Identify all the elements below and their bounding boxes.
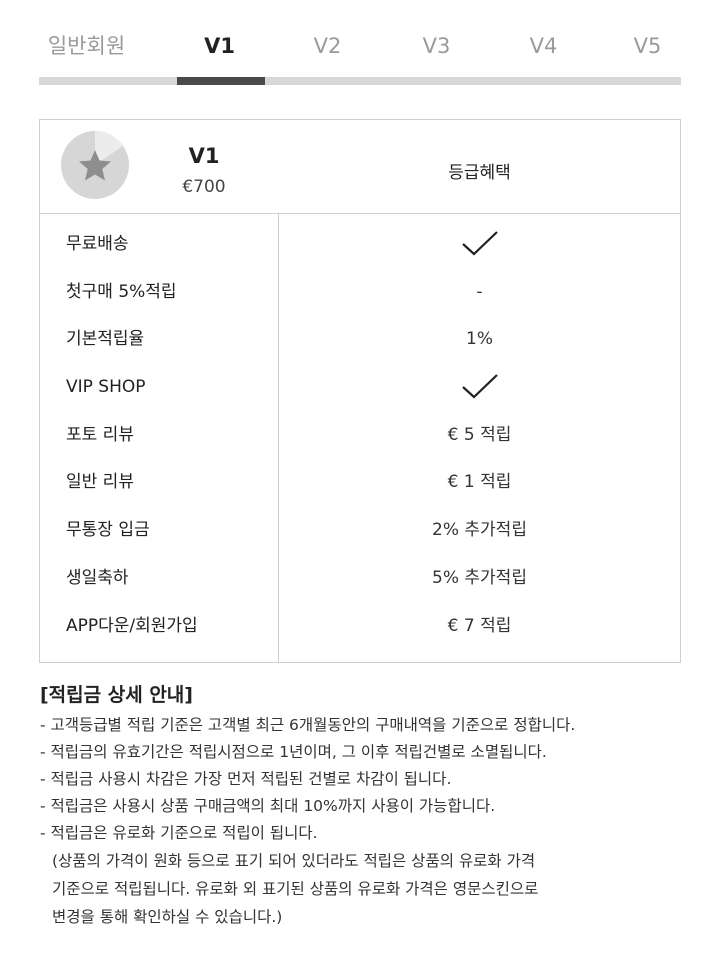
benefit-rows: 무료배송 첫구매 5%적립 - 기본적립율 1% VIP SHOP 포토 리뷰 …: [40, 224, 680, 653]
benefit-value: -: [476, 281, 483, 302]
benefits-header-title: 등급혜택: [448, 163, 511, 183]
benefit-label: 무료배송: [66, 234, 129, 254]
info-note: (상품의 가격이 원화 등으로 표기 되어 있더라도 적립은 상품의 유로화 가…: [52, 852, 536, 870]
benefit-value: [279, 367, 680, 407]
benefit-row-vip-shop: VIP SHOP: [40, 367, 680, 415]
tab-v4[interactable]: V4: [490, 31, 597, 61]
benefit-label: 포토 리뷰: [66, 424, 134, 445]
benefit-row-general-review: 일반 리뷰 € 1 적립: [40, 462, 680, 510]
benefit-label: 생일축하: [66, 567, 129, 588]
info-line: - 적립금의 유효기간은 적립시점으로 1년이며, 그 이후 적립건별로 소멸됩…: [40, 743, 547, 761]
tab-track: [39, 77, 681, 85]
benefit-value: 5% 추가적립: [432, 567, 527, 588]
tab-v1[interactable]: V1: [166, 31, 273, 61]
info-note: 변경을 통해 확인하실 수 있습니다.): [52, 908, 283, 926]
grade-threshold: €700: [182, 177, 226, 197]
tab-v2[interactable]: V2: [274, 31, 381, 61]
info-line: - 고객등급별 적립 기준은 고객별 최근 6개월동안의 구매내역을 기준으로 …: [40, 716, 576, 734]
benefit-value: € 1 적립: [447, 472, 512, 493]
benefit-value: 2% 추가적립: [432, 520, 527, 541]
tab-v5[interactable]: V5: [594, 31, 701, 61]
benefit-label: VIP SHOP: [66, 377, 146, 398]
points-info-section: [적립금 상세 안내] - 고객등급별 적립 기준은 고객별 최근 6개월동안의…: [40, 680, 680, 931]
benefit-row-first-purchase: 첫구매 5%적립 -: [40, 272, 680, 320]
benefit-label: 일반 리뷰: [66, 472, 134, 493]
info-title: [적립금 상세 안내]: [40, 684, 193, 706]
grade-tabs: 일반회원 V1 V2 V3 V4 V5: [39, 0, 681, 86]
benefit-row-app-signup: APP다운/회원가입 € 7 적립: [40, 606, 680, 654]
benefit-label: 기본적립율: [66, 329, 145, 350]
tab-active-indicator: [177, 77, 265, 85]
benefit-value: € 5 적립: [447, 424, 512, 445]
benefit-value: 1%: [466, 329, 493, 350]
info-line: - 적립금은 사용시 상품 구매금액의 최대 10%까지 사용이 가능합니다.: [40, 797, 496, 815]
info-line: - 적립금은 유로화 기준으로 적립이 됩니다.: [40, 824, 318, 842]
benefit-value: [279, 224, 680, 264]
info-note: 기준으로 적립됩니다. 유로화 외 표기된 상품의 유로화 가격은 영문스킨으로: [52, 880, 539, 898]
grade-name: V1: [188, 144, 220, 168]
benefit-value: € 7 적립: [447, 615, 512, 636]
benefit-label: 무통장 입금: [66, 520, 150, 541]
benefits-table: V1 €700 등급혜택 무료배송 첫구매 5%적립 - 기본적립율 1% VI…: [39, 119, 681, 663]
star-badge-icon: [61, 131, 129, 199]
benefits-header: V1 €700 등급혜택: [40, 120, 680, 214]
tab-v3[interactable]: V3: [383, 31, 490, 61]
benefit-row-bank-deposit: 무통장 입금 2% 추가적립: [40, 510, 680, 558]
benefit-row-photo-review: 포토 리뷰 € 5 적립: [40, 415, 680, 463]
benefit-row-birthday: 생일축하 5% 추가적립: [40, 558, 680, 606]
info-line: - 적립금 사용시 차감은 가장 먼저 적립된 건별로 차감이 됩니다.: [40, 770, 452, 788]
benefit-label: 첫구매 5%적립: [66, 281, 177, 302]
tab-general-member[interactable]: 일반회원: [33, 31, 140, 61]
check-icon: [461, 374, 498, 399]
benefit-row-free-shipping: 무료배송: [40, 224, 680, 272]
benefit-label: APP다운/회원가입: [66, 615, 198, 636]
benefit-row-base-rate: 기본적립율 1%: [40, 319, 680, 367]
check-icon: [461, 231, 498, 256]
